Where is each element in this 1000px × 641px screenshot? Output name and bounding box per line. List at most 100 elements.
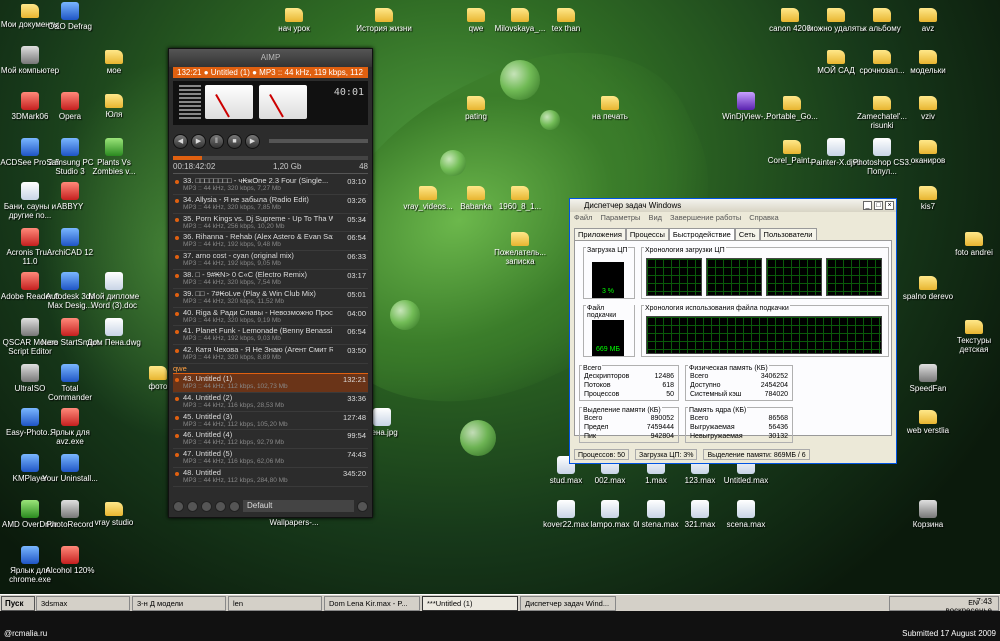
playlist-item[interactable]: 48. Untitled MP3 :: 44 kHz, 112 kbps, 284…	[173, 468, 368, 487]
taskbar-item[interactable]: 3dsmax	[36, 596, 130, 611]
track-title: 38. □ - 9#₭N> 0 С«С (Electro Remix)	[183, 269, 307, 279]
volume-slider[interactable]	[269, 139, 368, 143]
desktop-icon[interactable]: ArchiCAD 12	[40, 228, 100, 257]
playlist-item[interactable]: 46. Untitled (4) MP3 :: 44 kHz, 112 kbps,…	[173, 430, 368, 450]
task-manager-window[interactable]: Диспетчер задач Windows _ □ × Файл Парам…	[569, 198, 897, 464]
taskbar-item[interactable]: Dom Lena Kir.max - P...	[324, 596, 420, 611]
stop-icon[interactable]: ■	[227, 133, 242, 149]
tab-applications[interactable]: Приложения	[574, 228, 626, 240]
desktop-icon[interactable]: ABBYY	[40, 182, 100, 211]
sort-icon[interactable]	[201, 500, 212, 512]
add-icon[interactable]	[173, 500, 184, 512]
playlist-item[interactable]: 39. □□ - 7#₭oLve (Play & Win Club Mix) MP…	[173, 289, 368, 308]
playlist-item[interactable]: 37. arno cost - cyan (original mix) MP3 :…	[173, 251, 368, 270]
taskbar-item[interactable]: len	[228, 596, 322, 611]
menu-view[interactable]: Вид	[648, 212, 662, 224]
misc-icon[interactable]	[215, 500, 226, 512]
desktop-icon[interactable]: Total Commander	[40, 364, 100, 402]
tab-users[interactable]: Пользователи	[759, 228, 817, 240]
maximize-icon[interactable]: □	[874, 201, 883, 210]
folder-icon	[873, 96, 891, 110]
prev-icon[interactable]: ◀	[173, 133, 188, 149]
tab-network[interactable]: Сеть	[734, 228, 760, 240]
remove-icon[interactable]	[187, 500, 198, 512]
desktop-icon[interactable]: Мой дипломе Word (3).doc	[84, 272, 144, 310]
desktop-icon[interactable]: Юля	[84, 92, 144, 119]
menu-options[interactable]: Параметры	[600, 212, 640, 224]
desktop-icon[interactable]: Plants Vs Zombies v...	[84, 138, 144, 176]
desktop-icon[interactable]: Alcohol 120%	[40, 546, 100, 575]
playlist-item[interactable]: 40. Riga & Ради Славы - Невозможно Прост…	[173, 308, 368, 327]
desktop-icon[interactable]: мое	[84, 48, 144, 75]
desktop-icon[interactable]: vziv	[898, 94, 958, 121]
desktop-icon[interactable]: нач урок	[264, 6, 324, 33]
aimp-player-window[interactable]: AIMP 132:21 ● Untitled (1) ● MP3 :: 44 k…	[168, 48, 373, 518]
desktop-icon[interactable]: Portable_Go...	[762, 94, 822, 121]
desktop-icon[interactable]: 1960_8_1...	[490, 184, 550, 211]
tab-strip: Приложения Процессы Быстродействие Сеть …	[570, 228, 896, 240]
playlist-item[interactable]: 47. Untitled (5) MP3 :: 44 kHz, 116 kbps,…	[173, 449, 368, 468]
desktop-icon[interactable]: pating	[446, 94, 506, 121]
desktop-icon[interactable]: Дом Пена.dwg	[84, 318, 144, 347]
desktop-icon[interactable]: Ярлык для avz.exe	[40, 408, 100, 446]
taskbar-item-active[interactable]: ***Untitled (1)	[422, 596, 518, 611]
desktop-icon[interactable]: avz	[898, 6, 958, 33]
track-progress-bar[interactable]	[173, 156, 368, 160]
tab-performance[interactable]: Быстродействие	[668, 228, 735, 240]
playlist-item[interactable]: 36. Rihanna - Rehab (Alex Astero & Evan …	[173, 232, 368, 252]
desktop-icon[interactable]: tex than	[536, 6, 596, 33]
menu-help[interactable]: Справка	[749, 212, 778, 224]
menu-file[interactable]: Файл	[574, 212, 592, 224]
track-title: 44. Untitled (2)	[183, 392, 233, 402]
desktop-icon[interactable]: Пожелатель... записка	[490, 230, 550, 266]
desktop-icon[interactable]: модельки	[898, 48, 958, 75]
playlist-item[interactable]: 44. Untitled (2) MP3 :: 44 kHz, 116 kbps,…	[173, 393, 368, 412]
desktop-icon[interactable]: Корзина	[898, 500, 958, 529]
options-icon[interactable]	[357, 500, 368, 512]
track-duration: 132:21	[343, 374, 366, 384]
pause-icon[interactable]: ‖	[209, 133, 224, 149]
taskbar-item[interactable]: 3-н Д модели	[132, 596, 226, 611]
desktop-icon[interactable]: kis7	[898, 184, 958, 211]
status-bar: Процессов: 50 Загрузка ЦП: 3% Выделение …	[574, 449, 892, 460]
next-icon[interactable]: ▶	[245, 133, 260, 149]
status-cpu: Загрузка ЦП: 3%	[635, 449, 698, 460]
playlist-item[interactable]: 35. Porn Kings vs. Dj Supreme - Up To Th…	[173, 214, 368, 233]
taskbar-item[interactable]: Диспетчер задач Wind...	[520, 596, 616, 611]
desktop-icon[interactable]: оканиров	[898, 138, 958, 165]
playlist-item[interactable]: 38. □ - 9#₭N> 0 С«С (Electro Remix) MP3 :…	[173, 270, 368, 289]
desktop-icon[interactable]: web verstlia	[898, 408, 958, 435]
playlist-item[interactable]: 42. Катя Чехова - Я Не Знаю (Агент Смит …	[173, 345, 368, 364]
menu-icon[interactable]	[229, 500, 240, 512]
menu-shutdown[interactable]: Завершение работы	[670, 212, 741, 224]
desktop-icon[interactable]: История жизни	[354, 6, 414, 33]
cpu-graph	[646, 258, 702, 296]
desktop-icon[interactable]: Текстуры детская	[944, 318, 1000, 354]
desktop-icon[interactable]: vray studio	[84, 500, 144, 527]
playlist-item[interactable]: 34. Allysia - Я не забыла (Radio Edit) MP…	[173, 195, 368, 214]
playlist-item[interactable]: 41. Planet Funk - Lemonade (Benny Benass…	[173, 326, 368, 346]
playlist-item-playing[interactable]: 43. Untitled (1) MP3 :: 44 kHz, 112 kbps,…	[173, 373, 368, 393]
play-icon[interactable]: ▶	[191, 133, 206, 149]
start-button[interactable]: Пуск	[1, 596, 35, 611]
preset-selector[interactable]: Default	[243, 500, 354, 512]
desktop-icon[interactable]: foto andrei	[944, 230, 1000, 257]
desktop-icon[interactable]: O&O Defrag	[40, 2, 100, 31]
desktop-icon[interactable]: scena.max	[716, 500, 776, 529]
tab-processes[interactable]: Процессы	[625, 228, 669, 240]
desktop-icon[interactable]: Your Uninstall...	[40, 454, 100, 483]
playlist-item[interactable]: 33. □□□□□□□□ - ч₭жOne 2.3 Four (Single..…	[173, 176, 368, 195]
bullet-icon	[175, 377, 179, 382]
playlist-item[interactable]: 45. Untitled (3) MP3 :: 44 kHz, 112 kbps,…	[173, 412, 368, 431]
desktop-icon[interactable]: spalno derevo	[898, 274, 958, 301]
bullet-icon	[175, 180, 179, 184]
desktop-icon[interactable]: SpeedFan	[898, 364, 958, 393]
max-file-icon	[737, 500, 755, 518]
track-title: 35. Porn Kings vs. Dj Supreme - Up To Th…	[183, 213, 333, 223]
close-icon[interactable]: ×	[885, 201, 894, 210]
minimize-icon[interactable]: _	[863, 201, 872, 210]
pagefile-box: Файл подкачки 669 МБ	[583, 305, 635, 357]
track-title: 41. Planet Funk - Lemonade (Benny Benass…	[183, 326, 333, 336]
desktop-icon[interactable]: на печать	[580, 94, 640, 121]
desktop-icon[interactable]: Мой компьютер	[0, 46, 60, 75]
